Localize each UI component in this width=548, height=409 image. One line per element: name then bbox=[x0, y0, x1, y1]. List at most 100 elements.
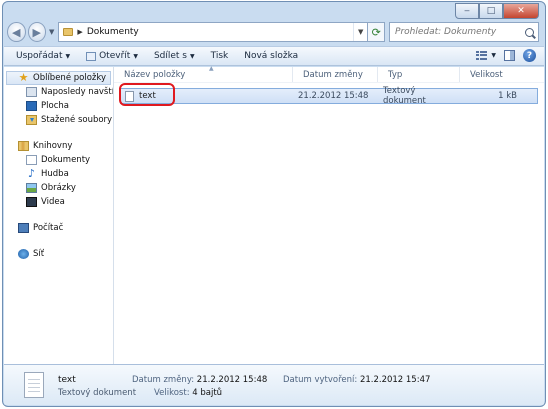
forward-button[interactable]: ▶ bbox=[27, 22, 47, 42]
sidebar-item-label: Plocha bbox=[41, 101, 69, 111]
sidebar-item-videos[interactable]: Videa bbox=[4, 195, 113, 209]
details-modified-label: Datum změny: bbox=[132, 375, 195, 385]
sort-ascending-icon: ▲ bbox=[209, 65, 214, 72]
sidebar-item-label: Dokumenty bbox=[41, 155, 91, 165]
column-header-date[interactable]: Datum změny bbox=[293, 67, 378, 82]
file-name-cell[interactable]: text bbox=[121, 90, 294, 102]
search-icon[interactable] bbox=[525, 27, 535, 37]
pictures-icon bbox=[26, 183, 37, 193]
sidebar-item-label: Síť bbox=[33, 249, 45, 259]
sidebar-item-music[interactable]: ♪ Hudba bbox=[4, 167, 113, 181]
details-modified: Datum změny: 21.2.2012 15:48 bbox=[132, 375, 267, 385]
toolbar-right: ▼ ? bbox=[476, 49, 536, 62]
chevron-down-icon: ▼ bbox=[133, 52, 138, 60]
organize-label: Uspořádat bbox=[16, 51, 63, 61]
details-size-value: 4 bajtů bbox=[192, 388, 223, 398]
details-size: Velikost: 4 bajtů bbox=[154, 388, 222, 398]
music-icon: ♪ bbox=[27, 167, 36, 180]
open-label: Otevřít bbox=[99, 51, 131, 61]
details-pane: text Textový dokument Datum změny: 21.2.… bbox=[4, 364, 544, 405]
file-date: 21.2.2012 15:48 bbox=[298, 91, 369, 101]
details-file-name: text bbox=[58, 375, 76, 385]
minimize-button[interactable]: ‒ bbox=[455, 3, 479, 19]
videos-icon bbox=[26, 197, 37, 207]
print-label: Tisk bbox=[210, 51, 229, 61]
open-button[interactable]: Otevřít ▼ bbox=[86, 51, 138, 61]
view-list-icon bbox=[476, 50, 488, 61]
libraries-icon bbox=[18, 141, 29, 151]
sidebar-item-network[interactable]: Síť bbox=[4, 247, 113, 261]
file-list[interactable]: ▲ Název položky Datum změny Typ Velikost… bbox=[114, 65, 544, 365]
sidebar-item-label: Stažené soubory bbox=[41, 115, 113, 125]
navigation-pane[interactable]: ★ Oblíbené položky Naposledy navštíver P… bbox=[4, 67, 114, 365]
back-button[interactable]: ◀ bbox=[7, 22, 26, 42]
sidebar-item-libraries[interactable]: Knihovny bbox=[4, 139, 113, 153]
chevron-down-icon: ▼ bbox=[491, 52, 496, 59]
recent-pages-dropdown[interactable]: ▼ bbox=[49, 28, 54, 36]
new-folder-button[interactable]: Nová složka bbox=[244, 51, 298, 61]
column-headers: ▲ Název položky Datum změny Typ Velikost bbox=[114, 65, 544, 83]
table-row[interactable]: text 21.2.2012 15:48 Textový dokument 1 … bbox=[120, 86, 538, 106]
details-modified-value: 21.2.2012 15:48 bbox=[196, 375, 268, 385]
refresh-button[interactable]: ⟳ bbox=[368, 22, 386, 42]
sidebar-item-label: Obrázky bbox=[41, 183, 76, 193]
sidebar-item-label: Hudba bbox=[41, 169, 69, 179]
help-icon[interactable]: ? bbox=[523, 49, 536, 62]
column-header-size[interactable]: Velikost bbox=[460, 67, 524, 82]
window-controls: ‒ □ ✕ bbox=[455, 3, 539, 19]
sidebar-item-desktop[interactable]: Plocha bbox=[4, 99, 113, 113]
chevron-down-icon: ▼ bbox=[189, 52, 195, 60]
share-label: Sdílet s bbox=[153, 51, 187, 61]
desktop-icon bbox=[26, 101, 37, 111]
recent-places-icon bbox=[26, 87, 37, 97]
main-content: ★ Oblíbené položky Naposledy navštíver P… bbox=[4, 65, 544, 365]
details-created: Datum vytvoření: 21.2.2012 15:47 bbox=[283, 375, 430, 385]
maximize-button[interactable]: □ bbox=[479, 3, 503, 19]
explorer-window: ‒ □ ✕ ◀ ▶ ▼ ▶ Dokumenty ▼ ⟳ Uspořádat ▼ … bbox=[2, 1, 546, 407]
breadcrumb-arrow-icon[interactable]: ▶ bbox=[77, 28, 82, 36]
new-folder-label: Nová složka bbox=[244, 51, 299, 61]
sidebar-item-label: Oblíbené položky bbox=[33, 73, 107, 83]
open-icon bbox=[86, 51, 97, 61]
change-view-button[interactable]: ▼ bbox=[476, 50, 496, 61]
address-dropdown[interactable]: ▼ bbox=[353, 23, 367, 41]
details-created-value: 21.2.2012 15:47 bbox=[359, 375, 431, 385]
sidebar-item-label: Počítač bbox=[33, 223, 64, 233]
back-arrow-icon: ◀ bbox=[12, 25, 21, 39]
print-button[interactable]: Tisk bbox=[211, 51, 229, 61]
close-button[interactable]: ✕ bbox=[503, 3, 539, 19]
refresh-icon: ⟳ bbox=[371, 25, 381, 39]
details-file-type: Textový dokument bbox=[58, 388, 137, 398]
file-size: 1 kB bbox=[498, 91, 517, 101]
details-size-label: Velikost: bbox=[154, 388, 190, 398]
sidebar-item-label: Naposledy navštíver bbox=[41, 87, 114, 97]
text-file-icon bbox=[125, 90, 134, 102]
sidebar-item-computer[interactable]: Počítač bbox=[4, 221, 113, 235]
file-name: text bbox=[139, 91, 156, 101]
sidebar-item-favorites[interactable]: ★ Oblíbené položky bbox=[6, 71, 111, 85]
network-icon bbox=[18, 249, 29, 259]
breadcrumb-documents[interactable]: Dokumenty bbox=[87, 27, 139, 37]
sidebar-item-recent-places[interactable]: Naposledy navštíver bbox=[4, 85, 113, 99]
sidebar-item-label: Videa bbox=[41, 197, 65, 207]
chevron-down-icon: ▼ bbox=[65, 52, 71, 60]
search-box[interactable] bbox=[389, 22, 540, 42]
details-created-label: Datum vytvoření: bbox=[283, 375, 358, 385]
address-bar[interactable]: ▶ Dokumenty ▼ bbox=[58, 22, 369, 42]
column-header-name[interactable]: Název položky bbox=[114, 67, 293, 82]
text-file-icon bbox=[24, 372, 44, 398]
share-button[interactable]: Sdílet s ▼ bbox=[154, 51, 195, 61]
organize-button[interactable]: Uspořádat ▼ bbox=[16, 51, 70, 61]
command-bar: Uspořádat ▼ Otevřít ▼ Sdílet s ▼ Tisk No… bbox=[4, 46, 544, 66]
sidebar-item-downloads[interactable]: Stažené soubory bbox=[4, 113, 113, 127]
file-type: Textový dokument bbox=[383, 86, 426, 106]
downloads-icon bbox=[26, 115, 37, 125]
address-row: ◀ ▶ ▼ ▶ Dokumenty ▼ ⟳ bbox=[7, 20, 540, 44]
preview-pane-icon[interactable] bbox=[504, 50, 515, 61]
folder-icon bbox=[63, 28, 74, 36]
sidebar-item-pictures[interactable]: Obrázky bbox=[4, 181, 113, 195]
forward-arrow-icon: ▶ bbox=[32, 25, 41, 39]
column-header-type[interactable]: Typ bbox=[378, 67, 460, 82]
search-input[interactable] bbox=[395, 27, 526, 37]
sidebar-item-documents[interactable]: Dokumenty bbox=[4, 153, 113, 167]
